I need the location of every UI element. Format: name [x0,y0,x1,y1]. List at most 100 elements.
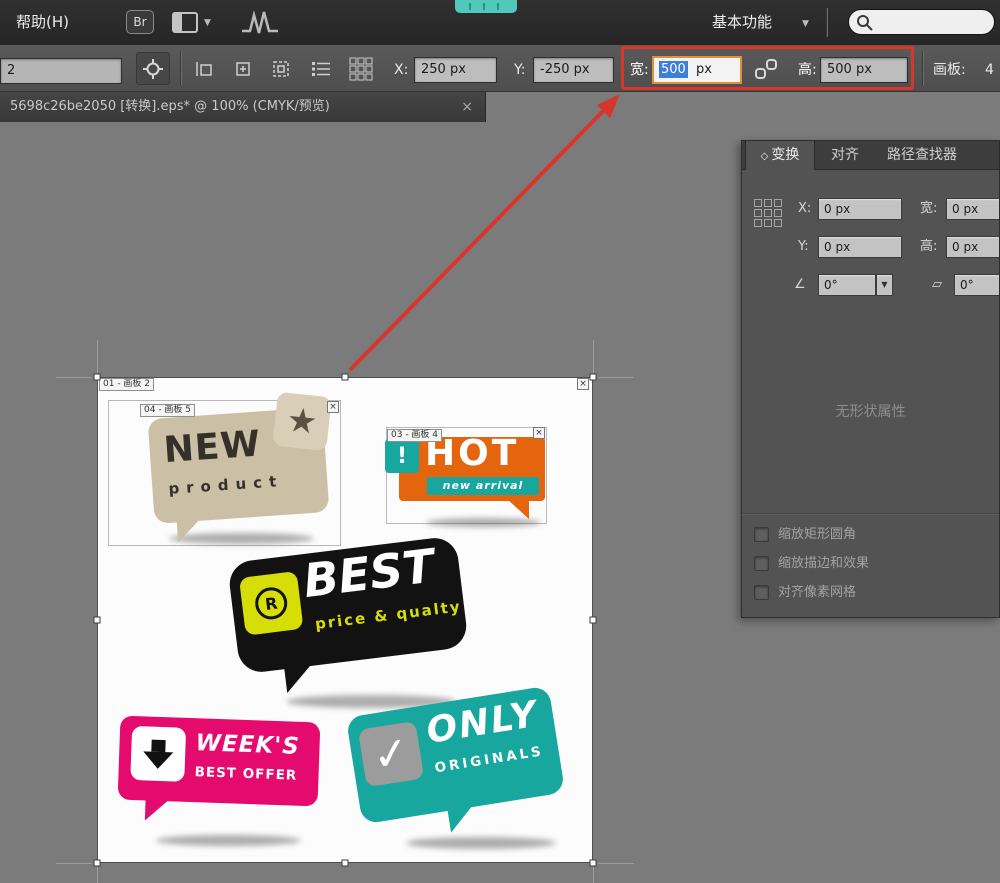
badge-exclaim-box: ! [385,439,419,473]
arrow-down-icon [143,751,174,769]
badge-shadow [426,518,541,527]
transform-panel: ◇变换 对齐 路径查找器 X: 0 px 宽: 0 px Y: 0 px 高: … [741,140,1000,618]
tab-label: 变换 [771,147,799,163]
document-title: 5698c26be2050 [转换].eps* @ 100% (CMYK/预览) [10,99,330,114]
artboard-name-label[interactable]: 01 - 画板 2 [99,378,154,391]
tab-pathfinder[interactable]: 路径查找器 [874,141,970,170]
badge-title: NEW [162,423,262,471]
artboard[interactable]: ★ NEW product ! HOT new arrival R BEST p… [97,377,593,863]
selected-value: 500 [659,61,688,78]
artboard-preset-field[interactable]: 2 [0,58,122,84]
shear-field[interactable]: 0° [954,274,1000,296]
divider [180,51,181,86]
badge-best[interactable]: R BEST price & qualty [227,535,469,674]
selection-handle[interactable] [94,374,101,381]
scale-corners-checkbox[interactable] [754,527,769,542]
align-option-button-2[interactable] [228,54,258,84]
x-label: X: [394,57,408,83]
app-bar-widget[interactable] [455,0,517,13]
selection-handle[interactable] [590,374,597,381]
badge-tail [177,517,205,543]
workspace-switcher[interactable]: 基本功能 [712,0,772,45]
target-icon-button[interactable] [136,52,170,85]
panel-tab-bar: ◇变换 对齐 路径查找器 [742,141,999,170]
crop-mark [56,377,92,378]
menu-help[interactable]: 帮助(H) [16,0,69,45]
crop-mark [97,867,98,883]
sub-artboard-close-icon[interactable]: × [533,427,545,439]
sub-artboard-close-icon[interactable]: × [327,401,339,413]
shear-icon: ▱ [932,274,942,296]
arrange-documents-icon[interactable] [172,12,198,33]
align-artboard-icon [272,60,290,78]
no-shape-attributes-text: 无形状属性 [742,401,999,421]
crop-mark [97,340,98,373]
selection-handle[interactable] [94,617,101,624]
divider [922,51,923,86]
exclamation-icon: ! [397,444,407,469]
tab-transform[interactable]: ◇变换 [745,141,815,170]
layout-pane-icon [174,14,182,31]
crop-mark [593,867,594,883]
search-input[interactable] [848,9,995,35]
badge-new-product[interactable]: ★ NEW product [148,407,330,524]
list-icon [311,61,331,77]
align-frame-icon [196,60,214,78]
list-view-button[interactable] [306,54,336,84]
artboard-grid-button[interactable] [344,52,378,86]
height-label: 高: [920,236,937,258]
selection-handle[interactable] [94,860,101,867]
chevron-down-icon[interactable]: ▼ [802,19,809,29]
badge-tail [284,662,317,693]
height-field[interactable]: 500 px [820,57,908,83]
tab-align[interactable]: 对齐 [822,141,868,170]
selection-handle[interactable] [342,860,349,867]
reference-point-proxy[interactable] [754,199,782,227]
selection-handle[interactable] [590,860,597,867]
chevron-down-icon[interactable]: ▼ [204,18,211,28]
badge-hot[interactable]: ! HOT new arrival [399,437,545,501]
close-icon[interactable]: × [461,92,473,122]
align-option-button-3[interactable] [266,54,296,84]
arrow-down-icon [151,739,165,751]
badge-tail [447,805,476,833]
height-field[interactable]: 0 px [946,236,1000,258]
sub-artboard-name-label[interactable]: 04 - 画板 5 [140,404,195,417]
rotate-dropdown-button[interactable]: ▼ [876,274,893,296]
graph-icon[interactable] [240,9,280,37]
width-field[interactable]: 500 px [652,56,742,84]
width-label: 宽: [920,198,937,220]
constrain-proportions-button[interactable] [752,55,780,83]
width-label: 宽: [630,57,649,83]
bridge-button[interactable]: Br [126,10,154,34]
artboard-count-value: 4 [985,57,994,83]
badge-weeks[interactable]: WEEK'S BEST OFFER [118,716,321,807]
align-option-button-1[interactable] [190,54,220,84]
y-field[interactable]: -250 px [533,57,614,83]
badge-star-box: ★ [272,392,331,451]
star-icon: ★ [285,400,319,443]
registered-icon: R [253,586,289,622]
width-field[interactable]: 0 px [946,198,1000,220]
x-field[interactable]: 250 px [414,57,497,83]
crop-mark [598,863,634,864]
divider [742,513,999,515]
badge-tail [145,798,170,821]
unit-label: px [696,62,712,77]
badge-shadow [406,837,556,849]
selection-handle[interactable] [590,617,597,624]
y-field[interactable]: 0 px [818,236,902,258]
scale-strokes-checkbox[interactable] [754,556,769,571]
artboard-close-icon[interactable]: × [577,378,589,390]
rotate-field[interactable]: 0° [818,274,876,296]
sub-artboard-name-label[interactable]: 03 - 画板 4 [387,429,442,442]
x-field[interactable]: 0 px [818,198,902,220]
align-pixel-grid-checkbox[interactable] [754,585,769,600]
widget-stripe-icon [483,3,485,10]
x-label: X: [798,198,811,220]
selection-handle[interactable] [342,374,349,381]
checkbox-label: 对齐像素网格 [778,584,856,601]
diamond-icon: ◇ [761,151,769,162]
application-bar: 帮助(H) Br ▼ 基本功能 ▼ [0,0,1000,45]
document-tab[interactable]: 5698c26be2050 [转换].eps* @ 100% (CMYK/预览)… [0,92,486,122]
